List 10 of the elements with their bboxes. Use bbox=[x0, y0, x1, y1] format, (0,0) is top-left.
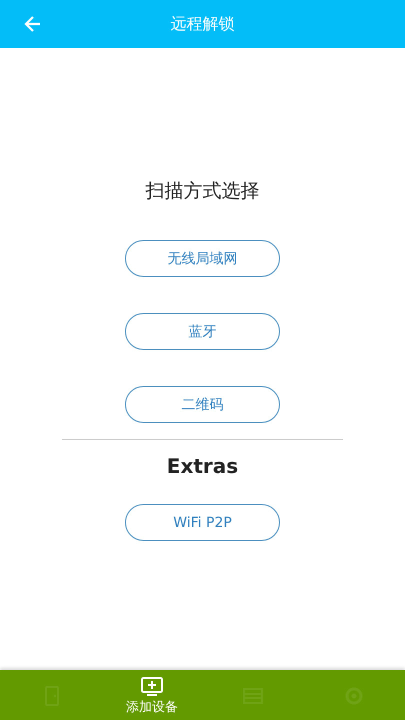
option-button[interactable]: 二维码 bbox=[125, 386, 280, 423]
option-button[interactable]: 无线局域网 bbox=[125, 240, 280, 277]
back-icon[interactable] bbox=[24, 15, 42, 33]
nav-label[interactable]: 添加设备 bbox=[126, 698, 178, 716]
option-button[interactable]: 蓝牙 bbox=[125, 313, 280, 350]
page-title: 远程解锁 bbox=[170, 14, 234, 32]
monitor-plus-icon[interactable] bbox=[140, 674, 164, 696]
section-heading: Extras bbox=[166, 454, 238, 478]
option-button[interactable]: WiFi P2P bbox=[125, 504, 280, 541]
section-heading: 扫描方式选择 bbox=[146, 179, 260, 204]
